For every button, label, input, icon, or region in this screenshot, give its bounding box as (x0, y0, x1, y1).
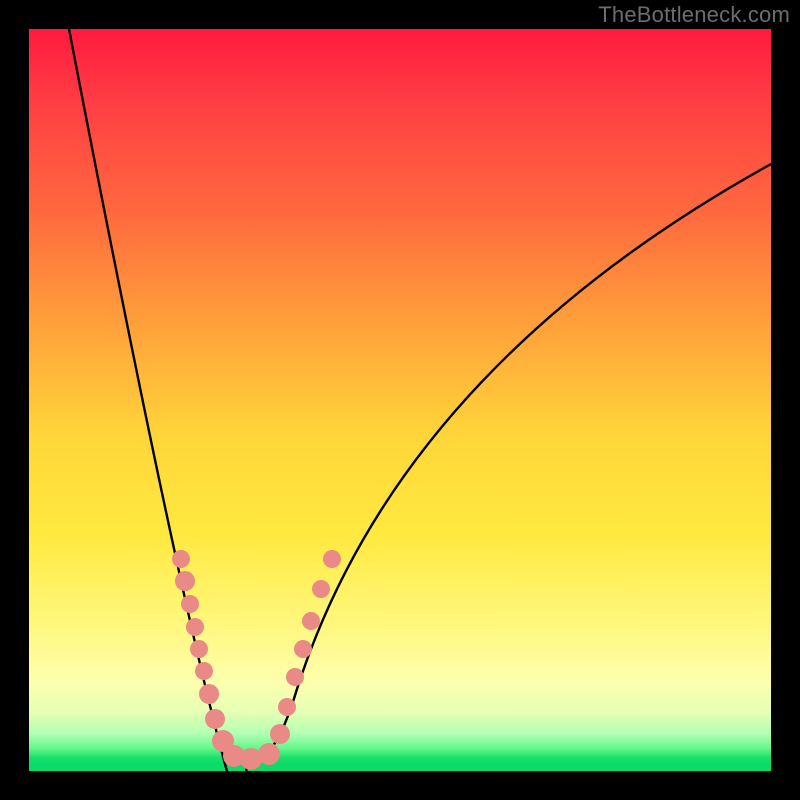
bead-marker (270, 724, 290, 744)
bead-marker (286, 668, 304, 686)
bead-marker (190, 640, 208, 658)
bead-marker (205, 709, 225, 729)
bead-marker (195, 662, 213, 680)
bead-marker (258, 743, 280, 765)
bead-marker (278, 698, 296, 716)
bead-marker (172, 550, 190, 568)
bead-marker (312, 580, 330, 598)
chart-frame: TheBottleneck.com (0, 0, 800, 800)
bead-marker (175, 571, 195, 591)
right-curve (249, 164, 771, 761)
watermark-text: TheBottleneck.com (598, 2, 790, 28)
bead-marker (181, 595, 199, 613)
bead-marker (323, 550, 341, 568)
plot-area (29, 29, 771, 771)
bead-marker (199, 684, 219, 704)
bead-marker (302, 612, 320, 630)
bead-marker (186, 618, 204, 636)
left-curve (69, 29, 249, 771)
curves-svg (29, 29, 771, 771)
bead-marker (294, 640, 312, 658)
